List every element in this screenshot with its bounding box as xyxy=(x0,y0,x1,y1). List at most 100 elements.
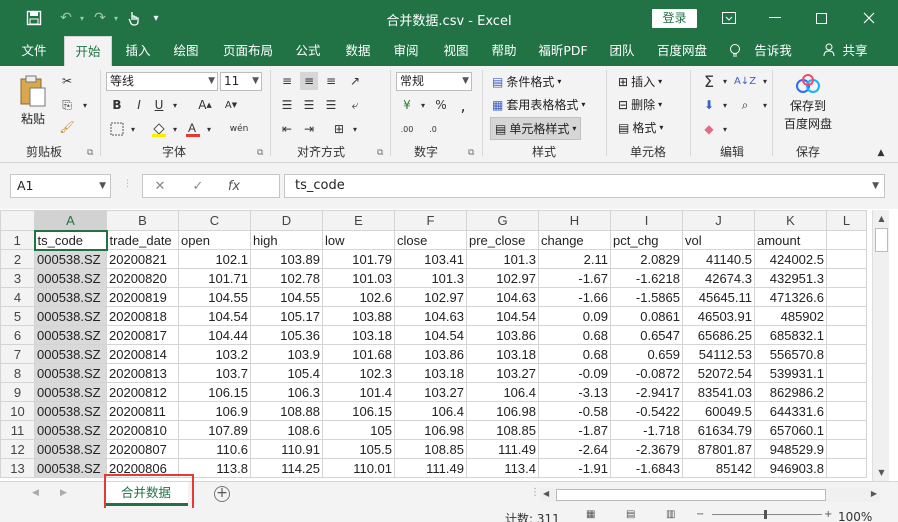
cell[interactable]: 000538.SZ xyxy=(34,325,107,345)
cell[interactable]: 103.2 xyxy=(178,344,251,364)
name-box[interactable]: A1 ▼ xyxy=(10,174,111,198)
wrap-text-icon[interactable]: ⤶ xyxy=(346,96,364,114)
cell-styles-button[interactable]: ▤ 单元格样式 ▾ xyxy=(490,117,582,140)
cell[interactable]: 108.85 xyxy=(466,420,539,440)
cell[interactable]: 101.3 xyxy=(394,268,467,288)
cell[interactable]: 106.4 xyxy=(394,401,467,421)
cell[interactable]: 556570.8 xyxy=(754,344,827,364)
row-header[interactable]: 8 xyxy=(0,363,35,383)
cell[interactable]: 20200810 xyxy=(106,420,179,440)
fill-dropdown-icon[interactable]: ▾ xyxy=(716,96,734,114)
column-header[interactable]: H xyxy=(538,210,611,231)
cell[interactable]: 103.9 xyxy=(250,344,323,364)
cell[interactable]: 432951.3 xyxy=(754,268,827,288)
cell[interactable]: 65686.25 xyxy=(682,325,755,345)
cell[interactable] xyxy=(826,401,867,421)
cell[interactable] xyxy=(826,268,867,288)
cell[interactable]: 424002.5 xyxy=(754,249,827,269)
cell[interactable]: change xyxy=(538,230,611,250)
next-sheet-icon[interactable]: ▶ xyxy=(60,488,67,498)
cell[interactable]: 000538.SZ xyxy=(34,458,107,478)
decrease-decimal-icon[interactable]: .0 xyxy=(424,120,442,138)
cell[interactable]: 103.89 xyxy=(250,249,323,269)
cancel-icon[interactable]: ✕ xyxy=(149,178,171,196)
tab-baidu-netdisk[interactable]: 百度网盘 xyxy=(650,36,714,66)
cell[interactable] xyxy=(826,344,867,364)
cell[interactable]: high xyxy=(250,230,323,250)
cell[interactable]: ts_code xyxy=(33,229,108,251)
column-header[interactable]: J xyxy=(682,210,755,231)
row-header[interactable]: 7 xyxy=(0,344,35,364)
align-bottom-icon[interactable]: ≡ xyxy=(322,72,340,90)
formula-input[interactable]: ts_code ▼ xyxy=(284,174,885,198)
cell[interactable]: -1.91 xyxy=(538,458,611,478)
insert-function-icon[interactable]: fx xyxy=(223,178,245,196)
cell[interactable]: -0.58 xyxy=(538,401,611,421)
cell[interactable]: 104.55 xyxy=(178,287,251,307)
cell[interactable] xyxy=(826,439,867,459)
cell[interactable]: 104.44 xyxy=(178,325,251,345)
cell[interactable]: 104.55 xyxy=(250,287,323,307)
cell[interactable]: 471326.6 xyxy=(754,287,827,307)
expand-formula-icon[interactable]: ▼ xyxy=(872,175,879,197)
number-launcher-icon[interactable]: ⧉ xyxy=(468,148,474,158)
lightbulb-icon[interactable] xyxy=(726,36,744,66)
cell[interactable]: 103.86 xyxy=(394,344,467,364)
align-right-icon[interactable]: ☰ xyxy=(322,96,340,114)
cell[interactable]: 105.17 xyxy=(250,306,323,326)
cell[interactable]: 000538.SZ xyxy=(34,287,107,307)
column-header[interactable]: D xyxy=(250,210,323,231)
scroll-up-icon[interactable]: ▲ xyxy=(875,212,888,226)
delete-cells-button[interactable]: ⊟ 删除 ▾ xyxy=(618,96,662,113)
copy-dropdown-icon[interactable]: ▾ xyxy=(76,96,94,114)
cell[interactable]: 948529.9 xyxy=(754,439,827,459)
cell[interactable]: 106.15 xyxy=(322,401,395,421)
scroll-down-icon[interactable]: ▼ xyxy=(875,466,888,480)
cell[interactable]: 2.0829 xyxy=(610,249,683,269)
cell[interactable]: pre_close xyxy=(466,230,539,250)
row-header[interactable]: 2 xyxy=(0,249,35,269)
cell[interactable]: 102.78 xyxy=(250,268,323,288)
cell[interactable]: 20200811 xyxy=(106,401,179,421)
scroll-left-icon[interactable]: ◀ xyxy=(543,489,549,498)
tab-view[interactable]: 视图 xyxy=(434,36,478,66)
zoom-slider-thumb[interactable] xyxy=(764,510,767,519)
row-header[interactable]: 11 xyxy=(0,420,35,440)
cell[interactable]: amount xyxy=(754,230,827,250)
cell[interactable]: -0.09 xyxy=(538,363,611,383)
zoom-in-icon[interactable]: + xyxy=(824,509,832,520)
cell[interactable] xyxy=(826,230,867,250)
cell[interactable]: -2.3679 xyxy=(610,439,683,459)
tab-formulas[interactable]: 公式 xyxy=(286,36,330,66)
cell[interactable] xyxy=(826,306,867,326)
cell[interactable]: 101.4 xyxy=(322,382,395,402)
increase-indent-icon[interactable]: ⇥ xyxy=(300,120,318,138)
tab-help[interactable]: 帮助 xyxy=(482,36,526,66)
cell[interactable]: 000538.SZ xyxy=(34,306,107,326)
cell[interactable]: 103.27 xyxy=(394,382,467,402)
font-launcher-icon[interactable]: ⧉ xyxy=(257,148,263,158)
cell[interactable] xyxy=(826,287,867,307)
cell[interactable]: 60049.5 xyxy=(682,401,755,421)
cell[interactable]: vol xyxy=(682,230,755,250)
row-header[interactable]: 6 xyxy=(0,325,35,345)
cell[interactable]: 20200812 xyxy=(106,382,179,402)
vertical-scroll-thumb[interactable] xyxy=(875,228,888,252)
tab-team[interactable]: 团队 xyxy=(600,36,644,66)
row-header[interactable]: 9 xyxy=(0,382,35,402)
cell[interactable]: 685832.1 xyxy=(754,325,827,345)
format-as-table-button[interactable]: ▦ 套用表格格式 ▾ xyxy=(492,96,585,113)
cell[interactable]: 102.3 xyxy=(322,363,395,383)
cell[interactable]: 0.68 xyxy=(538,325,611,345)
cell[interactable]: 108.6 xyxy=(250,420,323,440)
save-to-baidu-button[interactable]: 保存到 百度网盘 xyxy=(784,74,832,132)
cell[interactable]: 83541.03 xyxy=(682,382,755,402)
decrease-font-icon[interactable]: A ▼ xyxy=(222,96,240,114)
cell[interactable]: 102.97 xyxy=(394,287,467,307)
normal-view-icon[interactable]: ▦ xyxy=(586,509,595,520)
cell[interactable]: 20200818 xyxy=(106,306,179,326)
italic-icon[interactable]: I xyxy=(130,96,148,114)
cell[interactable]: -1.5865 xyxy=(610,287,683,307)
customize-toolbar-icon[interactable]: ▾ xyxy=(146,8,166,28)
font-name-select[interactable]: 等线 ▼ xyxy=(106,72,218,91)
